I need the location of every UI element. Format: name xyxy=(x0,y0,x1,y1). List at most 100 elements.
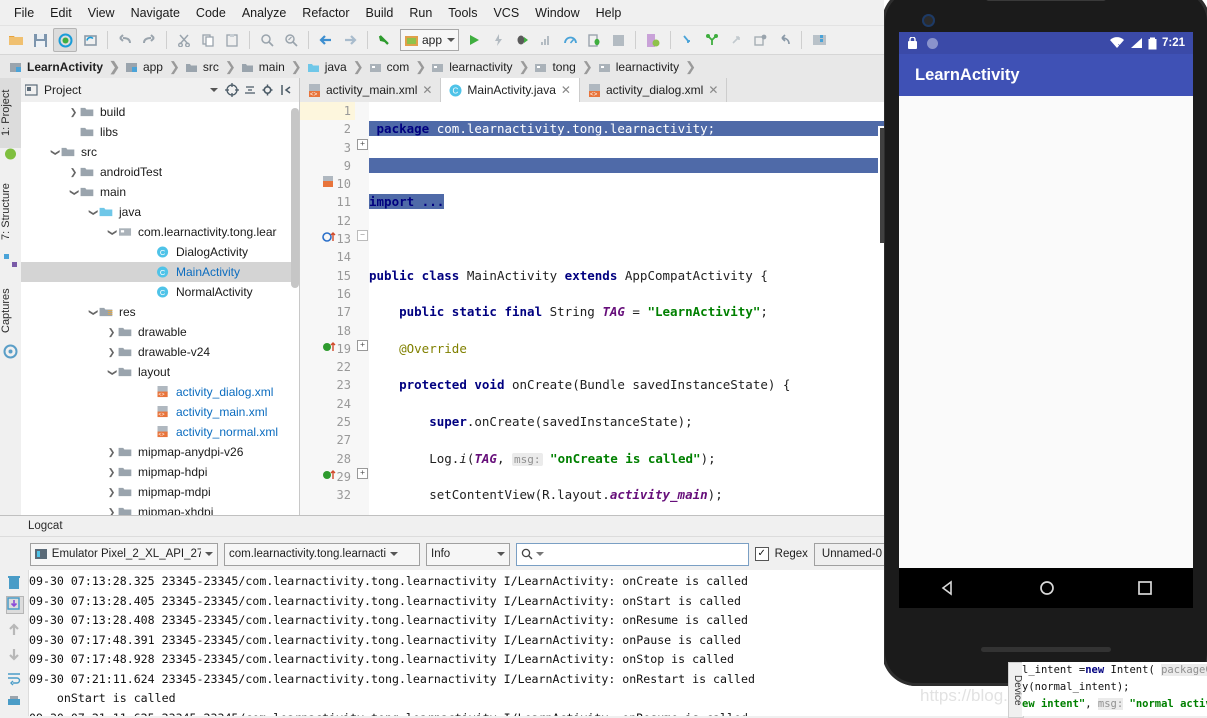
menu-item-edit[interactable]: Edit xyxy=(42,4,80,22)
tree-item[interactable]: ❮ com.learnactivity.tong.lear xyxy=(21,222,299,242)
tree-item[interactable]: ❮ res xyxy=(21,302,299,322)
code-lines[interactable]: package com.learnactivity.tong.learnacti… xyxy=(369,102,890,515)
chevron-right-icon[interactable]: ❯ xyxy=(105,507,118,516)
chevron-right-icon[interactable]: ❯ xyxy=(105,467,118,478)
menu-item-refactor[interactable]: Refactor xyxy=(294,4,357,22)
chevron-down-icon[interactable]: ❮ xyxy=(48,147,61,158)
code-area[interactable]: 1 2 3 9 10 11 12 13 14 15 16 17 18 19 22 23 24 25 27 28 29 32… xyxy=(300,102,890,515)
fold-expand-icon[interactable]: + xyxy=(357,340,368,351)
tree-item[interactable]: ❯ build xyxy=(21,102,299,122)
open-folder-icon[interactable] xyxy=(5,29,27,51)
fold-expand-icon[interactable]: + xyxy=(357,139,368,150)
debug-icon[interactable] xyxy=(511,29,533,51)
tab-activity-dialog-xml[interactable]: <> activity_dialog.xml ✕ xyxy=(580,78,728,102)
tree-item[interactable]: ❯ drawable xyxy=(21,322,299,342)
back-icon[interactable] xyxy=(315,29,337,51)
breadcrumb-item-src[interactable]: src ❯ xyxy=(182,55,238,79)
chevron-down-icon[interactable] xyxy=(205,81,223,99)
chevron-down-icon[interactable] xyxy=(447,38,456,42)
tree-item[interactable]: C MainActivity xyxy=(21,262,299,282)
paste-icon[interactable] xyxy=(221,29,243,51)
sidebar-item-structure[interactable]: 7: Structure xyxy=(0,168,21,256)
tree-item[interactable]: ❮ main xyxy=(21,182,299,202)
clear-logcat-icon[interactable] xyxy=(6,596,24,614)
trash-icon[interactable] xyxy=(6,574,22,590)
back-triangle-icon[interactable] xyxy=(939,579,957,597)
home-circle-icon[interactable] xyxy=(1038,579,1056,597)
chevron-down-icon[interactable]: ❮ xyxy=(105,367,118,378)
soft-wrap-icon[interactable] xyxy=(6,670,22,686)
undo-vcs-icon[interactable] xyxy=(773,29,795,51)
chevron-down-icon[interactable] xyxy=(497,552,505,556)
breadcrumb-item-learnactivity[interactable]: learnactivity ❯ xyxy=(428,55,531,79)
fold-collapse-icon[interactable]: − xyxy=(357,230,368,241)
chevron-right-icon[interactable]: ❯ xyxy=(67,167,80,178)
menu-item-file[interactable]: File xyxy=(6,4,42,22)
tab-activity-main-xml[interactable]: <> activity_main.xml ✕ xyxy=(300,78,442,102)
menu-item-analyze[interactable]: Analyze xyxy=(234,4,294,22)
tree-item[interactable]: ❮ java xyxy=(21,202,299,222)
logcat-filter-name[interactable]: Unnamed-0 xyxy=(813,542,890,566)
copy-icon[interactable] xyxy=(197,29,219,51)
breadcrumb-item-tong[interactable]: tong ❯ xyxy=(531,55,594,79)
stop-icon[interactable] xyxy=(607,29,629,51)
lambda-marker-icon[interactable] xyxy=(322,468,336,486)
chevron-right-icon[interactable]: ❯ xyxy=(105,347,118,358)
scroll-up-icon[interactable] xyxy=(6,622,22,638)
project-tree-scrollbar[interactable] xyxy=(291,108,299,288)
logcat-device-selector[interactable]: Emulator Pixel_2_XL_API_27 xyxy=(30,542,218,566)
collapse-all-icon[interactable] xyxy=(241,81,259,99)
tree-item[interactable]: ❯ mipmap-mdpi xyxy=(21,482,299,502)
sync-icon[interactable] xyxy=(53,28,77,52)
tab-mainactivity-java[interactable]: C MainActivity.java ✕ xyxy=(441,78,580,102)
menu-item-code[interactable]: Code xyxy=(188,4,234,22)
device-screen[interactable]: x 7:21 LearnActivity START--NORMALACTIVI… xyxy=(899,32,1193,608)
tree-item[interactable]: ❯ androidTest xyxy=(21,162,299,182)
tree-item[interactable]: <> activity_main.xml xyxy=(21,402,299,422)
refresh-project-icon[interactable] xyxy=(79,29,101,51)
print-icon[interactable] xyxy=(6,694,22,710)
save-icon[interactable] xyxy=(29,29,51,51)
find-icon[interactable] xyxy=(256,29,278,51)
device-file-explorer-icon[interactable] xyxy=(808,29,830,51)
chevron-down-icon[interactable]: ❮ xyxy=(86,307,99,318)
run-configuration-selector[interactable]: app xyxy=(400,29,460,51)
apply-changes-icon[interactable] xyxy=(487,29,509,51)
tree-item[interactable]: C DialogActivity xyxy=(21,242,299,262)
tree-item[interactable]: ❯ mipmap-hdpi xyxy=(21,462,299,482)
target-icon[interactable] xyxy=(223,81,241,99)
menu-item-build[interactable]: Build xyxy=(358,4,402,22)
logcat-process-selector[interactable]: com.learnactivity.tong.learnacti xyxy=(224,542,420,566)
chevron-right-icon[interactable]: ❯ xyxy=(105,447,118,458)
tree-item[interactable]: <> activity_dialog.xml xyxy=(21,382,299,402)
close-icon[interactable]: ✕ xyxy=(708,83,718,97)
menu-item-tools[interactable]: Tools xyxy=(440,4,485,22)
breadcrumb-item-app[interactable]: app ❯ xyxy=(122,55,182,79)
chevron-right-icon[interactable]: ❯ xyxy=(105,327,118,338)
fold-expand-icon[interactable]: + xyxy=(357,468,368,479)
settings-gear-icon[interactable] xyxy=(259,81,277,99)
tree-item[interactable]: ❯ drawable-v24 xyxy=(21,342,299,362)
chevron-down-icon[interactable]: ❮ xyxy=(86,207,99,218)
breadcrumb-item-main[interactable]: main ❯ xyxy=(238,55,304,79)
tree-item[interactable]: ❯ mipmap-xhdpi xyxy=(21,502,299,515)
layout-inspector-icon[interactable] xyxy=(725,29,747,51)
regex-checkbox[interactable]: ✓ xyxy=(754,547,769,561)
sidebar-item-project[interactable]: 1: Project xyxy=(0,78,21,148)
replace-icon[interactable] xyxy=(280,29,302,51)
menu-item-view[interactable]: View xyxy=(80,4,123,22)
override-method-icon[interactable] xyxy=(322,230,336,248)
logcat-output[interactable]: 09-30 07:13:28.325 23345-23345/com.learn… xyxy=(0,570,890,716)
chevron-down-icon[interactable] xyxy=(205,552,213,556)
sdk-manager-icon[interactable] xyxy=(677,29,699,51)
forward-icon[interactable] xyxy=(339,29,361,51)
chevron-down-icon[interactable] xyxy=(390,552,399,556)
fold-gutter[interactable]: + − + + xyxy=(355,102,369,515)
build-icon[interactable] xyxy=(374,29,396,51)
cut-icon[interactable] xyxy=(173,29,195,51)
sync-gradle-icon[interactable] xyxy=(701,29,723,51)
run-icon[interactable] xyxy=(463,29,485,51)
chevron-down-icon[interactable]: ❮ xyxy=(105,227,118,238)
tree-item[interactable]: ❮ src xyxy=(21,142,299,162)
menu-item-window[interactable]: Window xyxy=(527,4,587,22)
